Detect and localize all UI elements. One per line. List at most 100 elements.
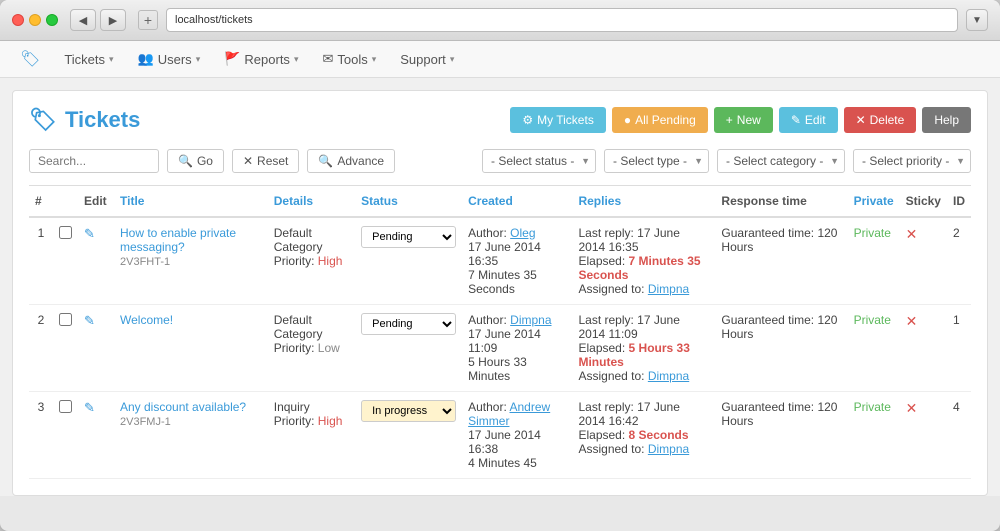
row-3-last-reply: Last reply: 17 June 2014 16:42: [578, 400, 679, 428]
browser-titlebar: ◀ ▶ + ▼: [0, 0, 1000, 41]
nav-users[interactable]: 👥 Users ▾: [128, 47, 211, 71]
row-1-private-cell: Private: [848, 217, 900, 305]
row-2-created-duration2: Minutes: [468, 369, 510, 383]
row-1-author-link[interactable]: Oleg: [510, 226, 535, 240]
close-dot[interactable]: [12, 14, 24, 26]
new-label: New: [737, 113, 761, 127]
row-2-last-reply: Last reply: 17 June 2014 11:09: [578, 313, 679, 341]
row-1-checkbox[interactable]: [59, 226, 72, 239]
window-controls: [12, 14, 58, 26]
advance-button[interactable]: 🔍 Advance: [307, 149, 395, 173]
maximize-dot[interactable]: [46, 14, 58, 26]
col-replies: Replies: [572, 186, 715, 218]
row-1-last-reply: Last reply: 17 June 2014 16:35: [578, 226, 679, 254]
col-private: Private: [848, 186, 900, 218]
my-tickets-button[interactable]: ⚙ My Tickets: [510, 107, 605, 133]
forward-button[interactable]: ▶: [100, 9, 126, 31]
row-2-checkbox[interactable]: [59, 313, 72, 326]
row-1-status-select[interactable]: Pending In progress: [361, 226, 456, 248]
search-input[interactable]: [29, 149, 159, 173]
row-3-sticky-x-icon[interactable]: ✕: [906, 400, 918, 416]
col-status: Status: [355, 186, 462, 218]
row-2-edit-cell: ✎: [78, 305, 114, 392]
status-filter-wrapper: - Select status - Pending In progress Cl…: [482, 149, 596, 173]
row-1-elapsed-label: Elapsed:: [578, 254, 628, 268]
browser-menu-button[interactable]: ▼: [966, 9, 988, 31]
tab-bar: +: [138, 10, 158, 30]
row-1-assigned-link[interactable]: Dimpna: [648, 282, 689, 296]
row-1-title-cell: How to enable private messaging? 2V3FHT-…: [114, 217, 268, 305]
row-3-checkbox[interactable]: [59, 400, 72, 413]
navbar: 🏷 Tickets ▾ 👥 Users ▾ 🚩 Reports ▾ ✉ Tool…: [0, 41, 1000, 78]
row-1-private-label: Private: [854, 226, 891, 240]
row-1-response-time: Guaranteed time: 120 Hours: [721, 226, 837, 254]
type-filter[interactable]: - Select type -: [604, 149, 709, 173]
row-1-sticky-x-icon[interactable]: ✕: [906, 226, 918, 242]
row-1-created-duration: 7 Minutes 35: [468, 268, 537, 282]
row-1-edit-icon[interactable]: ✎: [84, 226, 95, 241]
row-2-created-date: 17 June 2014: [468, 327, 541, 341]
back-button[interactable]: ◀: [70, 9, 96, 31]
row-3-priority-value: High: [318, 414, 343, 428]
delete-icon: ✕: [856, 113, 866, 127]
nav-tickets[interactable]: Tickets ▾: [54, 48, 123, 71]
nav-support[interactable]: Support ▾: [390, 48, 464, 71]
category-filter[interactable]: - Select category -: [717, 149, 845, 173]
go-button[interactable]: 🔍 Go: [167, 149, 224, 173]
row-2-response-cell: Guaranteed time: 120 Hours: [715, 305, 847, 392]
nav-reports-label: Reports: [244, 52, 290, 67]
row-1-priority-label: Priority:: [274, 254, 318, 268]
row-2-created-duration: 5 Hours 33: [468, 355, 527, 369]
nav-tools-label: Tools: [337, 52, 367, 67]
row-3-edit-icon[interactable]: ✎: [84, 400, 95, 415]
row-3-response-time: Guaranteed time: 120 Hours: [721, 400, 837, 428]
col-checkbox: [53, 186, 78, 218]
row-2-author-link[interactable]: Dimpna: [510, 313, 551, 327]
row-1-checkbox-cell: [53, 217, 78, 305]
reset-button[interactable]: ✕ Reset: [232, 149, 299, 173]
address-bar[interactable]: [166, 8, 958, 32]
nav-tools[interactable]: ✉ Tools ▾: [312, 47, 386, 71]
row-2-status-select[interactable]: Pending In progress: [361, 313, 456, 335]
row-1-response-cell: Guaranteed time: 120 Hours: [715, 217, 847, 305]
help-label: Help: [934, 113, 959, 127]
row-3-assigned-link[interactable]: Dimpna: [648, 442, 689, 456]
row-3-priority-label: Priority:: [274, 414, 318, 428]
col-edit: Edit: [78, 186, 114, 218]
support-caret: ▾: [450, 54, 455, 65]
row-2-title-link[interactable]: Welcome!: [120, 313, 173, 327]
help-button[interactable]: Help: [922, 107, 971, 133]
row-2-assigned-link[interactable]: Dimpna: [648, 369, 689, 383]
row-3-status-select[interactable]: In progress Pending: [361, 400, 456, 422]
status-filter[interactable]: - Select status - Pending In progress Cl…: [482, 149, 596, 173]
row-3-created-time: 16:38: [468, 442, 498, 456]
nav-reports[interactable]: 🚩 Reports ▾: [214, 47, 308, 71]
row-3-created-date: 17 June 2014: [468, 428, 541, 442]
row-1-id-value: 2: [953, 226, 960, 240]
row-3-checkbox-cell: [53, 392, 78, 479]
page-header: 🏷 Tickets ⚙ My Tickets ● All Pending + N…: [29, 107, 971, 133]
row-3-sticky-cell: ✕: [900, 392, 947, 479]
row-3-title-link[interactable]: Any discount available?: [120, 400, 246, 414]
tickets-table: # Edit Title Details Status Created Repl…: [29, 185, 971, 479]
new-ticket-button[interactable]: + New: [714, 107, 773, 133]
row-3-edit-cell: ✎: [78, 392, 114, 479]
go-label: Go: [197, 154, 213, 168]
nav-users-label: Users: [158, 52, 192, 67]
col-num: #: [29, 186, 53, 218]
filter-bar: 🔍 Go ✕ Reset 🔍 Advance - Select status -…: [29, 149, 971, 173]
new-tab-button[interactable]: +: [138, 10, 158, 30]
all-pending-label: All Pending: [635, 113, 696, 127]
row-2-sticky-x-icon[interactable]: ✕: [906, 313, 918, 329]
priority-filter[interactable]: - Select priority -: [853, 149, 971, 173]
row-1-created-duration2: Seconds: [468, 282, 515, 296]
row-1-replies-cell: Last reply: 17 June 2014 16:35 Elapsed: …: [572, 217, 715, 305]
nav-support-label: Support: [400, 52, 446, 67]
all-pending-button[interactable]: ● All Pending: [612, 107, 708, 133]
minimize-dot[interactable]: [29, 14, 41, 26]
row-2-sticky-cell: ✕: [900, 305, 947, 392]
row-1-title-link[interactable]: How to enable private messaging?: [120, 226, 236, 254]
row-2-edit-icon[interactable]: ✎: [84, 313, 95, 328]
edit-ticket-button[interactable]: ✎ Edit: [779, 107, 838, 133]
delete-ticket-button[interactable]: ✕ Delete: [844, 107, 917, 133]
